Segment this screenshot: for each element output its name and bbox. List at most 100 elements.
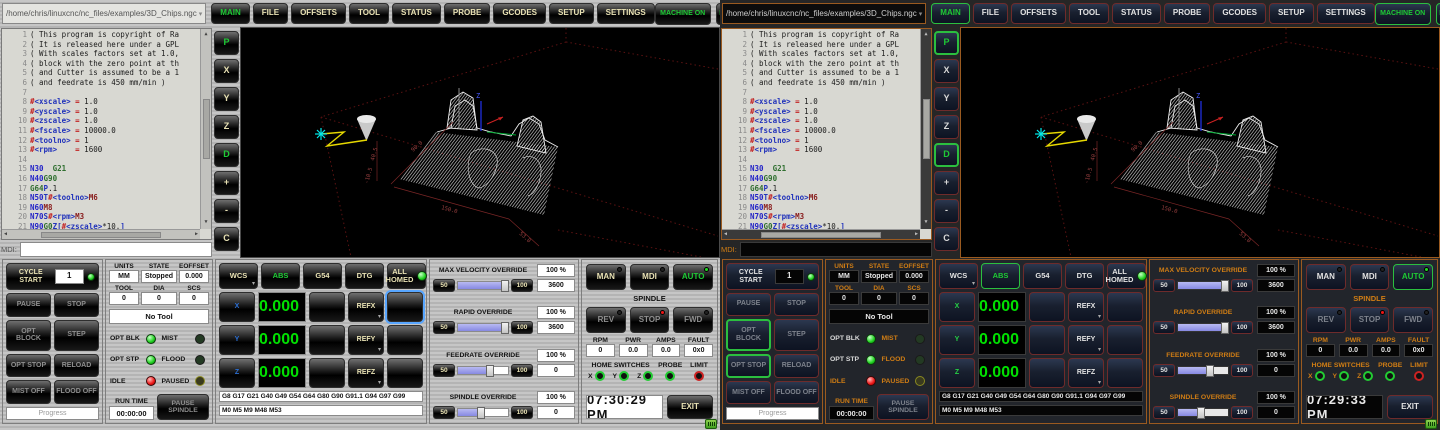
override-slider[interactable]: 50 100 — [1153, 321, 1253, 334]
zero-axis-button[interactable] — [1029, 325, 1065, 355]
slider-max-button[interactable]: 100 — [1231, 321, 1253, 334]
view-key-button[interactable]: P — [934, 31, 959, 55]
cycle-action-button[interactable]: OPT STOP — [726, 354, 771, 379]
slider-knob[interactable] — [1221, 280, 1229, 292]
home-axis-button[interactable] — [1107, 292, 1143, 322]
menu-button[interactable]: STATUS — [392, 3, 441, 24]
zero-axis-button[interactable] — [1029, 292, 1065, 322]
scroll-left-icon[interactable]: ◀ — [4, 230, 7, 240]
cycle-action-button[interactable]: RELOAD — [774, 354, 819, 379]
cycle-action-button[interactable]: OPT STOP — [6, 354, 51, 378]
cycle-action-button[interactable]: MIST OFF — [6, 380, 51, 404]
horizontal-scrollbar[interactable]: ◀▶ — [722, 229, 920, 239]
view-key-button[interactable]: C — [934, 227, 959, 251]
scroll-down-icon[interactable]: ▼ — [204, 218, 207, 228]
ref-axis-button[interactable]: REFX▾ — [348, 292, 384, 322]
zero-axis-button[interactable] — [1029, 358, 1065, 388]
menu-button[interactable]: MAIN — [211, 3, 249, 24]
spindle-button[interactable]: REV — [586, 307, 626, 333]
cycle-action-button[interactable]: PAUSE — [6, 293, 51, 317]
ref-axis-button[interactable]: REFZ▾ — [1068, 358, 1104, 388]
menu-button[interactable]: PROBE — [444, 3, 490, 24]
slider-knob[interactable] — [501, 322, 509, 334]
file-path-combo[interactable]: /home/chris/linuxcnc/nc_files/examples/3… — [722, 3, 926, 24]
menu-button[interactable]: FILE — [973, 3, 1008, 24]
mode-button[interactable]: AUTO — [673, 264, 713, 290]
gcode-view[interactable]: 1( This program is copyright of Ra 2( It… — [1, 28, 212, 240]
cycle-start-button[interactable]: CYCLE START 1 — [726, 263, 819, 290]
scroll-thumb[interactable] — [761, 232, 881, 238]
dro-mode-button[interactable]: ABS▾ — [261, 263, 300, 289]
slider-max-button[interactable]: 100 — [1231, 364, 1253, 377]
scroll-thumb[interactable] — [41, 232, 161, 238]
scroll-right-icon[interactable]: ▶ — [915, 230, 918, 240]
menu-button[interactable]: STATUS — [1112, 3, 1161, 24]
menu-button[interactable]: TOOL — [349, 3, 389, 24]
view-key-button[interactable]: D — [934, 143, 959, 167]
ref-axis-button[interactable]: REFZ▾ — [348, 358, 384, 388]
all-homed-button[interactable]: ALL HOMED — [1107, 263, 1146, 289]
override-slider[interactable]: 50 100 — [1153, 364, 1253, 377]
cycle-action-button[interactable]: OPT BLOCK — [6, 320, 51, 351]
axis-letter-button[interactable]: Y — [939, 325, 975, 355]
view-key-button[interactable]: Z — [214, 115, 239, 139]
slider-track[interactable] — [1177, 281, 1229, 290]
slider-min-button[interactable]: 50 — [1153, 279, 1175, 292]
cycle-action-button[interactable]: STEP — [54, 320, 99, 351]
dro-mode-button[interactable]: ABS▾ — [981, 263, 1020, 289]
override-slider[interactable]: 50 100 — [433, 406, 533, 419]
horizontal-scrollbar[interactable]: ◀▶ — [2, 229, 200, 239]
scroll-up-icon[interactable]: ▲ — [924, 30, 927, 40]
mode-button[interactable]: MDI — [1350, 264, 1390, 290]
pause-spindle-button[interactable]: PAUSE SPINDLE — [157, 394, 209, 420]
cycle-action-button[interactable]: STEP — [774, 319, 819, 351]
view-key-button[interactable]: - — [214, 199, 239, 223]
vertical-scrollbar[interactable]: ▲▼ — [920, 29, 931, 229]
slider-track[interactable] — [457, 366, 509, 375]
scroll-left-icon[interactable]: ◀ — [724, 230, 727, 240]
slider-knob[interactable] — [501, 280, 509, 292]
vertical-scrollbar[interactable]: ▲▼ — [200, 29, 211, 229]
mode-button[interactable]: MDI — [630, 264, 670, 290]
view-key-button[interactable]: Z — [934, 115, 959, 139]
slider-track[interactable] — [457, 323, 509, 332]
slider-max-button[interactable]: 100 — [511, 364, 533, 377]
slider-track[interactable] — [457, 281, 509, 290]
machine-on-button[interactable]: MACHINE ON — [655, 3, 711, 25]
menu-button[interactable]: FILE — [253, 3, 288, 24]
view-key-button[interactable]: Y — [214, 87, 239, 111]
slider-max-button[interactable]: 100 — [511, 279, 533, 292]
scroll-right-icon[interactable]: ▶ — [195, 230, 198, 240]
menu-button[interactable]: OFFSETS — [291, 3, 346, 24]
all-homed-button[interactable]: ALL HOMED — [387, 263, 426, 289]
cycle-action-button[interactable]: OPT BLOCK — [726, 319, 771, 351]
view-key-button[interactable]: X — [214, 59, 239, 83]
view-key-button[interactable]: X — [934, 59, 959, 83]
scroll-down-icon[interactable]: ▼ — [924, 218, 927, 228]
slider-min-button[interactable]: 50 — [1153, 321, 1175, 334]
cycle-action-button[interactable]: MIST OFF — [726, 381, 771, 404]
slider-knob[interactable] — [477, 407, 485, 419]
spindle-button[interactable]: STOP — [1350, 307, 1390, 333]
home-axis-button[interactable] — [1107, 358, 1143, 388]
view-key-button[interactable]: Y — [934, 87, 959, 111]
cycle-action-button[interactable]: FLOOD OFF — [54, 380, 99, 404]
menu-button[interactable]: SETTINGS — [1317, 3, 1375, 24]
slider-max-button[interactable]: 100 — [1231, 279, 1253, 292]
gremlin-3d-preview[interactable]: Z — [960, 27, 1440, 258]
view-key-button[interactable]: + — [214, 171, 239, 195]
dro-mode-button[interactable]: G54▾ — [303, 263, 342, 289]
gcode-view[interactable]: 1( This program is copyright of Ra 2( It… — [721, 28, 932, 240]
home-axis-button[interactable] — [1107, 325, 1143, 355]
ref-axis-button[interactable]: REFY▾ — [1068, 325, 1104, 355]
slider-track[interactable] — [1177, 408, 1229, 417]
spindle-button[interactable]: STOP — [630, 307, 670, 333]
dro-mode-button[interactable]: DTG▾ — [345, 263, 384, 289]
zero-axis-button[interactable] — [309, 292, 345, 322]
slider-max-button[interactable]: 100 — [511, 406, 533, 419]
mode-button[interactable]: MAN — [586, 264, 626, 290]
override-slider[interactable]: 50 100 — [433, 279, 533, 292]
slider-knob[interactable] — [1197, 407, 1205, 419]
menu-button[interactable]: PROBE — [1164, 3, 1210, 24]
menu-button[interactable]: OFFSETS — [1011, 3, 1066, 24]
